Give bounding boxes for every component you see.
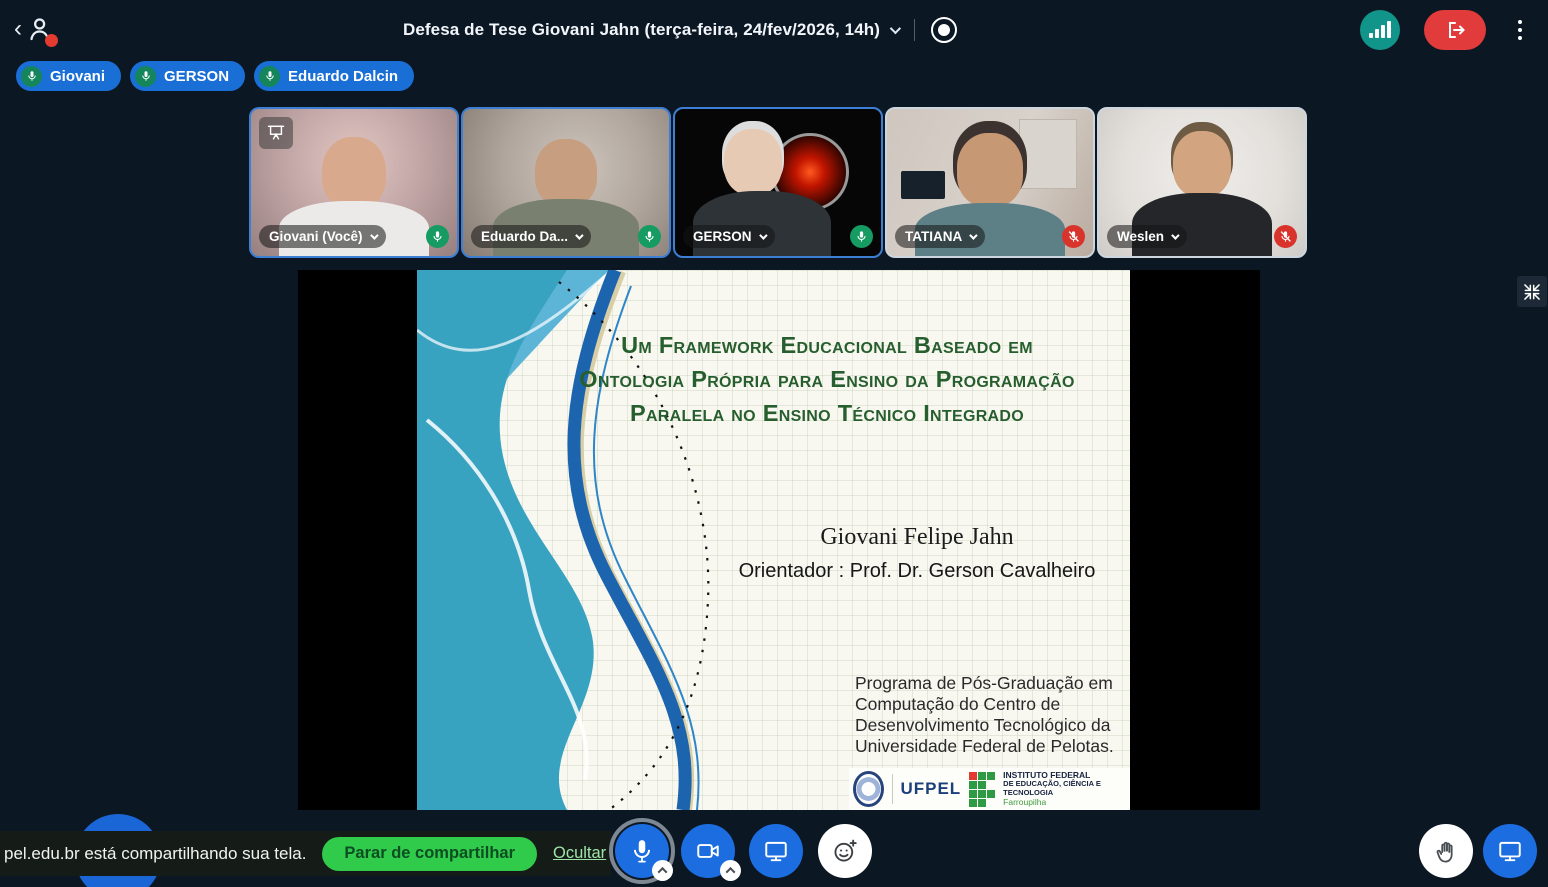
chevron-down-icon [370,231,378,239]
camera-icon [695,838,721,864]
mic-on-icon [135,66,156,87]
screen-share-icon [763,838,789,864]
chevron-down-icon [1171,231,1179,239]
leave-meeting-button[interactable] [1424,10,1486,50]
slide-advisor: Orientador : Prof. Dr. Gerson Cavalheiro [687,560,1130,583]
slide-author: Giovani Felipe Jahn [717,524,1117,551]
participant-name-menu[interactable]: Eduardo Da... [471,225,591,248]
chevron-down-icon [969,231,977,239]
signal-bar-icon [1381,25,1385,38]
logo-divider [892,774,893,804]
video-tile-weslen[interactable]: Weslen [1097,107,1307,258]
options-menu-button[interactable] [1510,16,1530,44]
chevron-down-icon [575,231,583,239]
record-button[interactable] [931,17,957,43]
slide-program-text: Programa de Pós-Graduação em Computação … [855,673,1130,757]
browser-share-banner: pel.edu.br está compartilhando sua tela.… [0,831,611,876]
participant-video [957,133,1023,207]
screen-share-badge [259,117,293,149]
monitor-icon [1497,838,1523,864]
mic-on-icon [259,66,280,87]
instituto-federal-logo [969,772,995,807]
signal-bar-icon [1369,33,1373,38]
participant-name-menu[interactable]: TATIANA [895,225,985,248]
connection-quality-button[interactable] [1360,10,1400,50]
shared-screen-stage: Um Framework Educacional Baseado em Onto… [298,270,1260,810]
participant-video [901,171,945,199]
slide-title: Um Framework Educacional Baseado em Onto… [547,328,1107,430]
minimize-presentation-button[interactable] [1517,276,1547,307]
hand-icon [1433,838,1460,865]
signal-bar-icon [1387,21,1391,38]
mic-icon [629,838,655,864]
mic-on-icon [426,225,449,248]
collapse-icon [1522,282,1542,302]
video-tile-eduardo[interactable]: Eduardo Da... [461,107,671,258]
video-tile-tatiana[interactable]: TATIANA [885,107,1095,258]
video-tile-giovani[interactable]: Giovani (Você) [249,107,459,258]
header-divider [914,19,915,41]
mic-off-icon [1062,225,1085,248]
meeting-title: Defesa de Tese Giovani Jahn (terça-feira… [403,20,880,40]
participant-name-menu[interactable]: Weslen [1107,225,1187,248]
participant-video [322,137,386,209]
ufpel-wordmark: UFPEL [900,779,961,799]
raise-hand-button[interactable] [1419,824,1473,878]
smiley-plus-icon [831,837,859,865]
speaker-chip[interactable]: Eduardo Dalcin [254,61,414,91]
participant-video [1173,131,1231,197]
slide-logo-bar: UFPEL INSTITUTO FEDERAL DE EDUCAÇÃO, CIÊ… [849,768,1130,810]
video-tiles-row: Giovani (Você) Eduardo Da... GERSON [249,107,1307,258]
top-bar: ‹ Defesa de Tese Giovani Jahn (terça-fei… [0,0,1548,60]
presentation-slide: Um Framework Educacional Baseado em Onto… [417,270,1130,810]
active-speaker-chips: Giovani GERSON Eduardo Dalcin [16,61,414,91]
camera-options-badge[interactable] [720,860,741,881]
chevron-down-icon [759,231,767,239]
signal-bar-icon [1375,29,1379,38]
speaker-chip[interactable]: GERSON [130,61,245,91]
participant-name-menu[interactable]: Giovani (Você) [259,225,386,248]
mic-on-icon [21,66,42,87]
hide-banner-link[interactable]: Ocultar [553,844,606,863]
stop-sharing-button[interactable]: Parar de compartilhar [322,837,537,871]
share-message: pel.edu.br está compartilhando sua tela. [4,844,306,864]
participant-name-menu[interactable]: GERSON [683,225,775,248]
mic-on-icon [850,225,873,248]
title-chevron-down-icon[interactable] [890,23,901,34]
participant-video [535,139,597,207]
mic-on-icon [638,225,661,248]
participant-video [1019,119,1077,189]
instituto-federal-text: INSTITUTO FEDERAL DE EDUCAÇÃO, CIÊNCIA E… [1003,771,1126,808]
meeting-app: { "header": { "title": "Defesa de Tese G… [0,0,1548,887]
layout-monitor-button[interactable] [1483,824,1537,878]
video-tile-gerson[interactable]: GERSON [673,107,883,258]
reactions-button[interactable] [818,824,872,878]
speaker-chip[interactable]: Giovani [16,61,121,91]
screen-share-button[interactable] [749,824,803,878]
participant-video [724,129,782,195]
ufpel-seal-logo [853,771,884,807]
leave-icon [1443,18,1467,42]
mic-options-badge[interactable] [652,860,673,881]
mic-off-icon [1274,225,1297,248]
